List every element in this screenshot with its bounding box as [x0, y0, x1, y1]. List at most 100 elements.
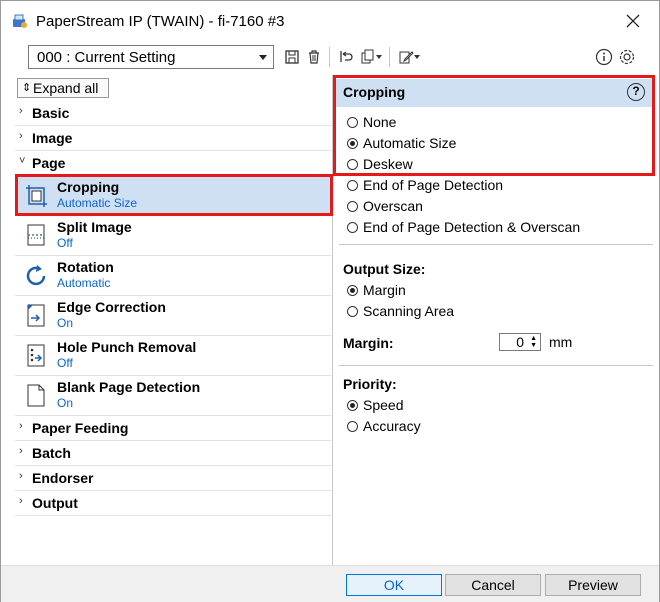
item-value: Off	[57, 236, 73, 250]
radio-cropping-end-of-page-overscan[interactable]: End of Page Detection & Overscan	[347, 217, 580, 237]
section-label: Batch	[32, 445, 71, 461]
cancel-button[interactable]: Cancel	[445, 574, 541, 596]
hole-punch-icon	[25, 342, 49, 370]
split-image-icon	[25, 222, 49, 250]
section-basic[interactable]: › Basic	[15, 102, 331, 126]
item-name: Blank Page Detection	[57, 379, 201, 395]
section-output[interactable]: › Output	[15, 492, 331, 516]
pane-divider[interactable]	[332, 75, 333, 565]
chevron-right-icon: ›	[19, 495, 23, 507]
section-label: Basic	[32, 105, 70, 121]
radio-cropping-deskew[interactable]: Deskew	[347, 154, 413, 174]
radio-dot	[347, 116, 358, 128]
radio-label: Speed	[363, 397, 404, 413]
info-icon[interactable]	[595, 48, 613, 66]
item-name: Split Image	[57, 219, 132, 235]
spinner-arrows-icon[interactable]: ▲ ▼	[530, 335, 537, 349]
preview-button[interactable]: Preview	[545, 574, 641, 596]
chevron-right-icon: ›	[19, 445, 23, 457]
chevron-down-icon[interactable]	[413, 48, 421, 66]
page-item-split-image[interactable]: Split Image Off	[15, 216, 331, 256]
toolbar-separator	[329, 47, 330, 67]
radio-label: Scanning Area	[363, 303, 455, 319]
close-icon	[626, 14, 640, 28]
panel-header: Cropping ?	[335, 79, 653, 107]
expand-collapse-icon: ⇕	[22, 82, 32, 94]
section-image[interactable]: › Image	[15, 127, 331, 151]
edge-correction-icon	[25, 302, 49, 330]
radio-priority-speed[interactable]: Speed	[347, 395, 403, 415]
section-label: Endorser	[32, 470, 94, 486]
close-button[interactable]	[621, 9, 645, 33]
radio-priority-accuracy[interactable]: Accuracy	[347, 416, 421, 436]
setting-select[interactable]: 000 : Current Setting	[28, 45, 274, 69]
chevron-down-icon[interactable]	[375, 48, 383, 66]
radio-label: End of Page Detection & Overscan	[363, 219, 581, 235]
dialog-footer: OK Cancel Preview	[1, 565, 659, 602]
priority-label: Priority:	[343, 376, 397, 392]
page-item-hole-punch-removal[interactable]: Hole Punch Removal Off	[15, 336, 331, 376]
settings-tree: ⇕ Expand all › Basic › Image ˅ Page Crop…	[15, 75, 333, 565]
margin-unit: mm	[549, 334, 573, 350]
section-endorser[interactable]: › Endorser	[15, 467, 331, 491]
chevron-right-icon: ›	[19, 420, 23, 432]
section-label: Page	[32, 155, 66, 171]
panel-title: Cropping	[343, 84, 406, 100]
cropping-settings-panel: Cropping ? None Automatic Size Deskew En…	[335, 75, 659, 565]
toolbar-separator	[389, 47, 390, 67]
radio-dot	[347, 221, 358, 233]
radio-label: Margin	[363, 282, 406, 298]
radio-label: Accuracy	[363, 418, 421, 434]
page-item-blank-page-detection[interactable]: Blank Page Detection On	[15, 376, 331, 416]
gear-icon[interactable]	[618, 48, 636, 66]
radio-dot	[347, 420, 358, 432]
expand-all-button[interactable]: ⇕ Expand all	[17, 78, 109, 98]
item-value: On	[57, 396, 74, 410]
ok-button[interactable]: OK	[346, 574, 442, 596]
item-value: Automatic Size	[57, 196, 138, 210]
radio-dot	[347, 200, 358, 212]
radio-dot	[347, 399, 358, 411]
section-label: Paper Feeding	[32, 420, 129, 436]
radio-cropping-end-of-page[interactable]: End of Page Detection	[347, 175, 503, 195]
item-value: On	[57, 316, 74, 330]
margin-value: 0	[516, 334, 524, 350]
page-item-rotation[interactable]: Rotation Automatic	[15, 256, 331, 296]
radio-dot	[347, 137, 358, 149]
chevron-down-icon	[259, 55, 267, 60]
scanner-app-icon	[12, 13, 28, 29]
radio-label: End of Page Detection	[363, 177, 504, 193]
radio-cropping-overscan[interactable]: Overscan	[347, 196, 423, 216]
title-bar: PaperStream IP (TWAIN) - fi-7160 #3	[1, 1, 659, 39]
output-size-label: Output Size:	[343, 261, 426, 277]
delete-icon[interactable]	[305, 48, 323, 66]
help-icon[interactable]: ?	[627, 83, 645, 101]
radio-cropping-none[interactable]: None	[347, 112, 396, 132]
save-icon[interactable]	[283, 48, 301, 66]
radio-dot	[347, 179, 358, 191]
chevron-right-icon: ›	[19, 470, 23, 482]
section-batch[interactable]: › Batch	[15, 442, 331, 466]
separator	[339, 365, 653, 366]
radio-output-scanning-area[interactable]: Scanning Area	[347, 301, 454, 321]
section-label: Image	[32, 130, 73, 146]
undo-icon[interactable]	[337, 48, 355, 66]
item-value: Automatic	[57, 276, 111, 290]
radio-output-margin[interactable]: Margin	[347, 280, 406, 300]
radio-dot	[347, 284, 358, 296]
margin-label: Margin:	[343, 335, 394, 351]
page-item-cropping[interactable]: Cropping Automatic Size	[15, 176, 331, 216]
rotation-icon	[25, 262, 49, 290]
cropping-icon	[25, 182, 49, 210]
radio-dot	[347, 305, 358, 317]
radio-cropping-automatic-size[interactable]: Automatic Size	[347, 133, 456, 153]
item-name: Hole Punch Removal	[57, 339, 197, 355]
radio-label: Deskew	[363, 156, 413, 172]
margin-spinner[interactable]: 0 ▲ ▼	[499, 333, 541, 351]
item-value: Off	[57, 356, 73, 370]
section-page[interactable]: ˅ Page	[15, 152, 331, 176]
page-item-edge-correction[interactable]: Edge Correction On	[15, 296, 331, 336]
item-name: Cropping	[57, 179, 120, 195]
section-paper-feeding[interactable]: › Paper Feeding	[15, 417, 331, 441]
window-title: PaperStream IP (TWAIN) - fi-7160 #3	[36, 13, 285, 30]
